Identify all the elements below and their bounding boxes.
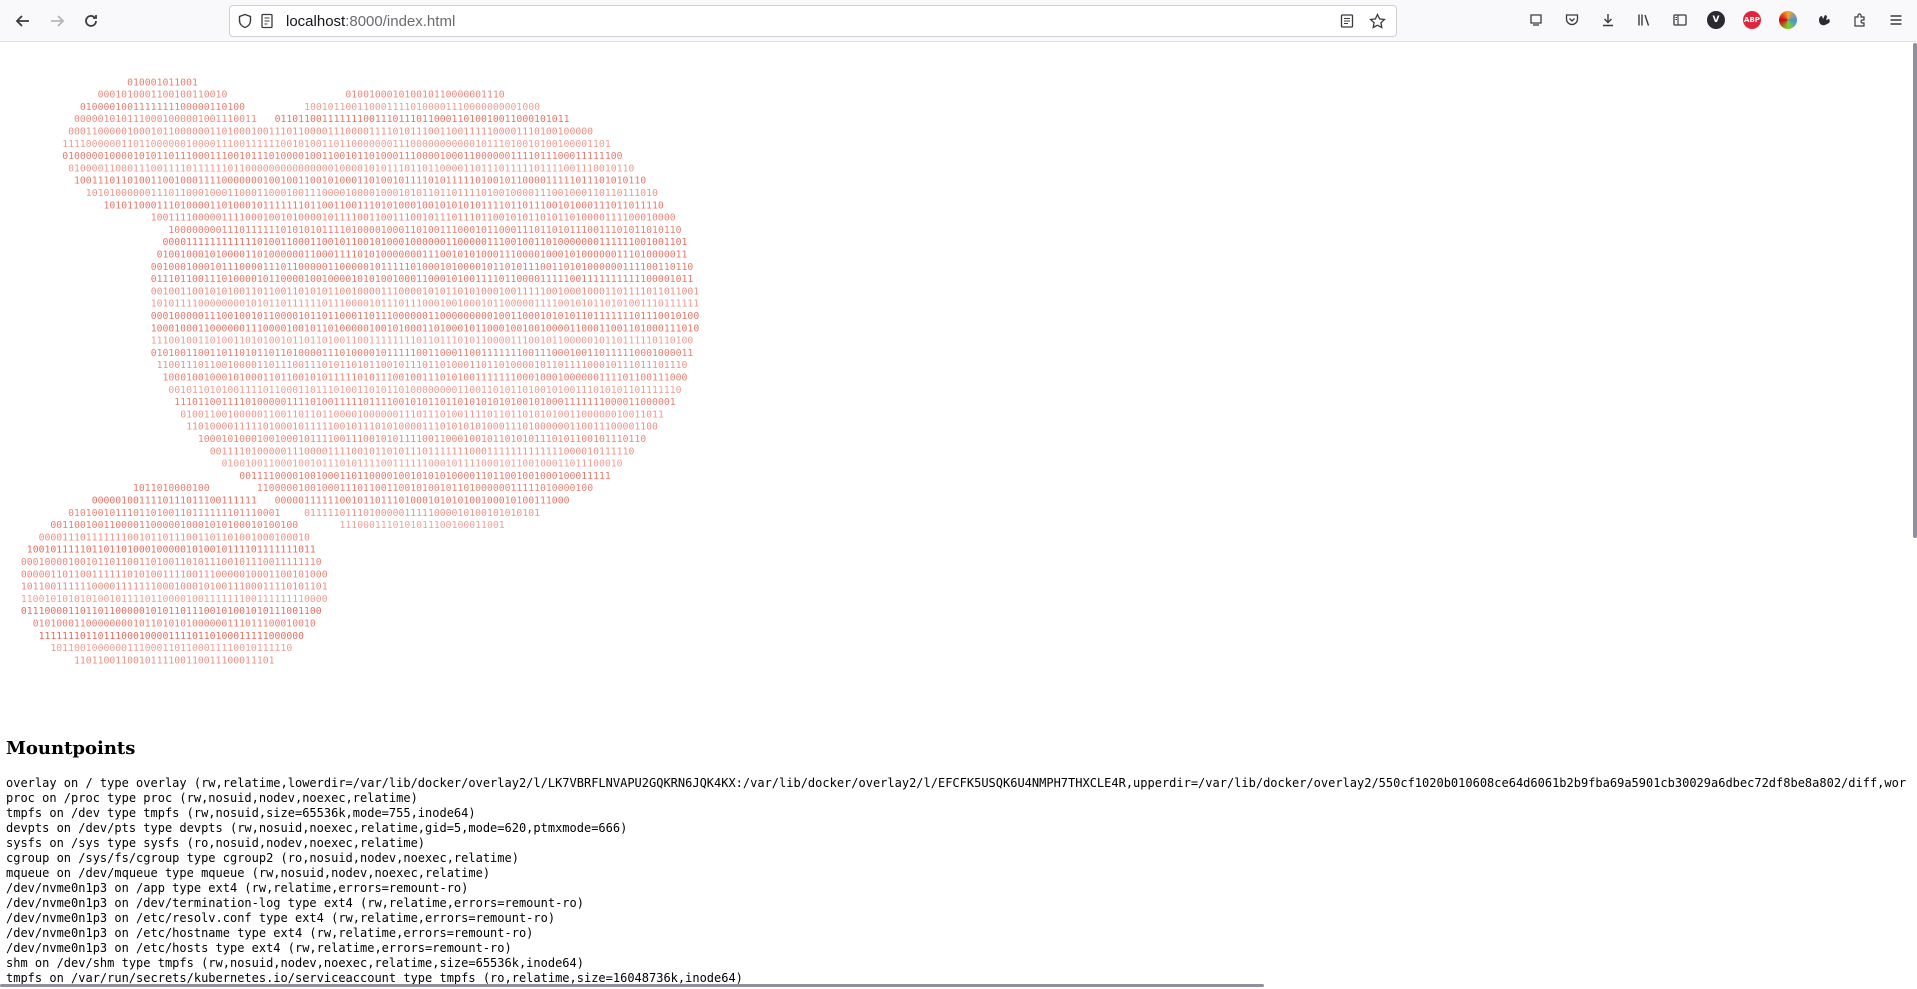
binary-art-row: 0001100000100010110000001101000100111011… [68,127,593,138]
binary-art-row: 0101000110000000010110101010000001110111… [33,619,316,630]
binary-art-row: 1001110110100110010001111000000010010011… [74,176,646,187]
url-bar[interactable]: localhost:8000/index.html [229,5,1397,37]
url-text[interactable]: localhost:8000/index.html [286,13,455,30]
binary-art-row: 1001111000001111000100101000010111100110… [151,213,676,224]
binary-art-row: 1001011111011011010001000001010010111101… [27,545,316,556]
adblock-label: ABP [1743,11,1761,29]
mountpoint-line: shm on /dev/shm type tmpfs (rw,nosuid,no… [6,956,584,970]
binary-art-row: 0010110101001111011000110111010011010110… [168,385,681,396]
reload-icon[interactable] [76,6,106,36]
binary-art-row: 1111000000110110000001000011100111111001… [62,139,611,150]
downloads-icon[interactable] [1595,6,1621,34]
binary-art-row: 0100000100001010110111000111001011101000… [62,151,622,162]
mountpoint-line: /dev/nvme0n1p3 on /etc/hosts type ext4 (… [6,941,512,955]
binary-art-row: 1010111100000000101011011111101110000101… [151,299,700,310]
binary-art-row: 1001011001100011110100001110000000001000 [304,102,540,113]
browser-toolbar: localhost:8000/index.html V ABP [0,0,1917,42]
binary-art-row: 1011010000100 [133,483,210,494]
mountpoint-line: overlay on / type overlay (rw,relatime,l… [6,776,1906,790]
binary-art-row: 010001011001 [127,77,198,88]
mountpoint-line: /dev/nvme0n1p3 on /app type ext4 (rw,rel… [6,881,469,895]
extension-v-label: V [1707,11,1725,29]
pocket-icon[interactable] [1559,6,1585,34]
binary-art-row: 0000011111100101101110100010101010010001… [275,496,570,507]
binary-art-row: 0000010101110001000001001110011 [74,114,257,125]
library-icon[interactable] [1631,6,1657,34]
extension-color-icon[interactable] [1775,6,1801,34]
binary-art-row: 1000100100010100011011001010111110101110… [163,373,688,384]
binary-art-row: 0100110010000011001101101100001000000111… [180,409,664,420]
binary-art-row: 1110001110101011100100011001 [340,520,505,531]
firefox-view-icon[interactable] [1523,6,1549,34]
mountpoint-line: proc on /proc type proc (rw,nosuid,nodev… [6,791,418,805]
binary-art-row: 0111000011011011000001010110111001010010… [21,606,322,617]
mountpoint-line: /dev/nvme0n1p3 on /dev/termination-log t… [6,896,584,910]
binary-art-row: 0011001001100001100000100010101000101001… [50,520,298,531]
mountpoint-line: /dev/nvme0n1p3 on /etc/hostname type ext… [6,926,534,940]
page-info-icon[interactable] [256,10,278,32]
binary-art-row: 0001000010010110110011010011010111001011… [21,557,322,568]
shield-icon[interactable] [234,10,256,32]
vertical-scrollbar[interactable] [1913,43,1917,538]
ascii-binary-art: 010001011001 0001010001100100110010 010010… [21,77,700,666]
binary-art-row: 1100000100100011101100110010100101101000… [257,483,593,494]
binary-art-row: 1100101010101001011110110000100111111100… [21,594,328,605]
binary-art-row: 0000011011001111110101001111001110000010… [21,569,328,580]
extensions-icon[interactable] [1847,6,1873,34]
binary-art-row: 0111011001110100001011000010010000101010… [151,274,694,285]
binary-art-row: 0010011001010100110110011010101100100001… [151,286,700,297]
binary-art-row: 010010001010010110000001110 [345,90,504,101]
binary-art-row: 1111111011011100010000111101101000111110… [39,631,305,642]
url-host: localhost [286,12,346,30]
binary-art-row: 0001010001100100110010 [98,90,228,101]
binary-art-row: 1100111011001000011011100111010110101100… [157,360,688,371]
sidebar-icon[interactable] [1667,6,1693,34]
binary-art-row: 1000000001110111111010101011110100001000… [168,225,681,236]
binary-art-row: 1101000011111010001011111001011101010000… [186,422,658,433]
binary-art-row: 0011110000100100011011000010010101010000… [239,471,611,482]
binary-art-row: 1101100110010111100110011100011101 [74,655,275,666]
binary-art-row: 1011001111110000111111100010001010011100… [21,582,328,593]
mountpoint-line: cgroup on /sys/fs/cgroup type cgroup2 (r… [6,851,519,865]
binary-art-row: 1011001000000111000110110001111001011111… [50,643,292,654]
binary-art-row: 0100100110001001011101011110011111100010… [222,459,623,470]
forward-arrow-icon[interactable] [42,6,72,36]
binary-art-row: 1010110001110100001101000101111111011001… [104,200,664,211]
binary-art-row: 0111110111010000011111000010100101010101 [304,508,540,519]
mountpoint-line: /dev/nvme0n1p3 on /etc/resolv.conf type … [6,911,556,925]
binary-art-row: 0000111111111111010011000110010110010100… [163,237,688,248]
url-path: :8000/index.html [345,12,456,30]
mountpoints-list: overlay on / type overlay (rw,relatime,l… [6,776,1906,986]
binary-art-row: 0100001001111111100000110100 [80,102,245,113]
binary-art-row: 0000111011111110010110111001101101001000… [39,532,310,543]
binary-art-row: 0100001100011100111101111110110000000000… [68,163,634,174]
extension-puzzle-hand-icon[interactable] [1811,6,1837,34]
reader-view-icon[interactable] [1336,10,1358,32]
binary-art-row: 0100100010100001101000000110001111010100… [157,250,688,261]
page-content: 010001011001 0001010001100100110010 010010… [0,43,1917,989]
binary-art-row: 0010001000101110000111011000001100000101… [151,262,694,273]
back-arrow-icon[interactable] [8,6,38,36]
mountpoint-line: sysfs on /sys type sysfs (ro,nosuid,node… [6,836,426,850]
adblock-icon[interactable]: ABP [1739,6,1765,34]
bookmark-star-icon[interactable] [1366,10,1388,32]
extension-v-icon[interactable]: V [1703,6,1729,34]
binary-art-row: 0001000001110010010110000101101100011011… [151,311,700,322]
binary-art-row: 0101001100110110101101101000011101000010… [151,348,694,359]
binary-art-row: 0110110011111110011101110110001101001001… [275,114,570,125]
binary-art-row: 1110110011110100000111101001111101111001… [174,397,675,408]
binary-art-row: 1000101000100100010111100111001010111100… [198,434,646,445]
binary-art-row: 1000100011000000111000010010110100000100… [151,323,700,334]
binary-art-row: 0000010011110111011100111111 [92,496,257,507]
binary-art-row: 1010100000011101100010001100011000100111… [86,188,658,199]
mountpoint-line: mqueue on /dev/mqueue type mqueue (rw,no… [6,866,491,880]
menu-icon[interactable] [1883,6,1909,34]
mountpoint-line: devpts on /dev/pts type devpts (rw,nosui… [6,821,628,835]
binary-art-row: 0011110100000111000011110010110101110111… [210,446,635,457]
horizontal-scrollbar[interactable] [0,984,1264,987]
binary-art-row: 1110010011010011010100101101101001100111… [151,336,694,347]
mountpoints-heading: Mountpoints [6,738,136,759]
binary-art-row: 010100101110110100110111111101110001 [68,508,280,519]
mountpoint-line: tmpfs on /dev type tmpfs (rw,nosuid,size… [6,806,476,820]
